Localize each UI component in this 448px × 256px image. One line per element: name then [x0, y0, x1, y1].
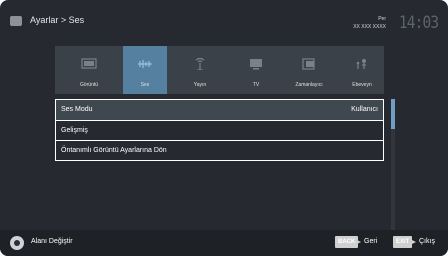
tab-broadcast[interactable]: Yayın — [178, 46, 222, 94]
tab-label: Görüntü — [79, 82, 99, 88]
exit-key-badge[interactable]: EXIT — [393, 236, 413, 248]
tab-sound[interactable]: Ses — [123, 46, 167, 94]
tv-settings-screen: Ayarlar > Ses Per XX XXX XXXX 14:03 Görü… — [0, 0, 448, 256]
broadcast-icon — [195, 58, 205, 70]
footer: Alanı Değiştir BACK Geri EXIT Çıkış — [0, 230, 448, 256]
tab-label: Ses — [140, 82, 150, 88]
menu-item-label: Gelişmiş — [61, 127, 88, 134]
tab-label: Yayın — [193, 82, 207, 88]
scroll-thumb[interactable] — [391, 99, 395, 129]
tab-label: TV — [252, 82, 260, 88]
exit-label: Çıkış — [419, 238, 435, 245]
category-bar: Görüntü Ses Yayın TV Zamanlayıcı Ebeveyn — [55, 46, 384, 94]
scrollbar[interactable] — [391, 99, 395, 233]
tab-parental[interactable]: Ebeveyn — [340, 46, 384, 94]
tab-tv[interactable]: TV — [234, 46, 278, 94]
menu-item-label: Öntanımlı Görüntü Ayarlarına Dön — [61, 147, 167, 154]
settings-menu-icon — [10, 16, 22, 26]
menu-item-value: Kullanıcı — [351, 106, 378, 113]
back-label: Geri — [364, 238, 378, 245]
sound-icon — [138, 60, 152, 68]
tab-picture[interactable]: Görüntü — [67, 46, 111, 94]
breadcrumb: Ayarlar > Ses — [30, 15, 85, 25]
menu-item-advanced[interactable]: Gelişmiş — [56, 120, 383, 140]
timer-icon — [302, 58, 315, 70]
tab-label: Zamanlayıcı — [295, 82, 323, 88]
clock-time: 14:03 — [398, 13, 439, 33]
clock: Per XX XXX XXXX 14:03 — [328, 13, 439, 37]
clock-day: Per — [378, 16, 386, 22]
picture-icon — [81, 58, 97, 69]
menu-item-reset-defaults[interactable]: Öntanımlı Görüntü Ayarlarına Dön — [56, 140, 383, 160]
navigation-pad-icon — [10, 236, 24, 250]
menu-item-sound-mode[interactable]: Ses Modu Kullanıcı — [56, 100, 383, 120]
sound-settings-menu: Ses Modu Kullanıcı Gelişmiş Öntanımlı Gö… — [55, 99, 384, 161]
back-arrow-icon — [357, 240, 361, 244]
clock-date: XX XXX XXXX — [353, 24, 386, 30]
tab-label: Ebeveyn — [352, 82, 372, 88]
parental-icon — [356, 59, 366, 69]
change-area-hint: Alanı Değiştir — [31, 238, 73, 245]
tab-timer[interactable]: Zamanlayıcı — [287, 46, 331, 94]
menu-item-label: Ses Modu — [61, 106, 93, 113]
exit-arrow-icon — [412, 240, 416, 244]
header: Ayarlar > Ses Per XX XXX XXXX 14:03 — [0, 0, 448, 44]
back-key-badge[interactable]: BACK — [335, 236, 359, 248]
tv-icon — [250, 59, 262, 70]
